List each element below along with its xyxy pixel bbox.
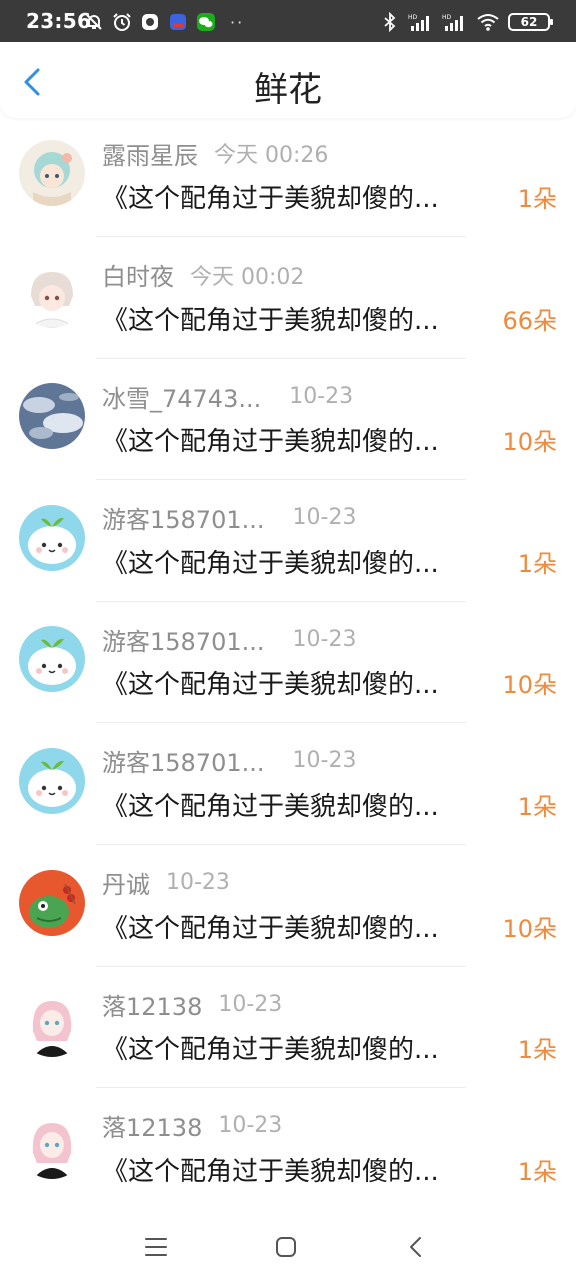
timestamp: 今天 00:02 [190,264,305,290]
list-item[interactable]: 落12138 10-23 《这个配角过于美貌却傻的... 1朵 [0,1091,576,1213]
back-icon [410,1237,421,1257]
book-message[interactable]: 《这个配角过于美貌却傻的... [102,543,496,580]
timestamp: 10-23 [292,505,357,531]
row-meta: 丹诚 10-23 [102,867,230,899]
anime-girl-avatar[interactable] [19,140,85,206]
home-icon [276,1237,296,1257]
pink-hair-avatar[interactable] [19,991,85,1058]
status-time: 23:56 [26,9,92,33]
user-name[interactable]: 丹诚 [102,865,150,900]
book-message[interactable]: 《这个配角过于美貌却傻的... [102,300,496,337]
sprout-mascot-avatar[interactable] [19,747,85,814]
pink-hair-avatar[interactable] [19,1112,85,1179]
book-message[interactable]: 《这个配角过于美貌却傻的... [102,664,496,701]
timestamp: 10-23 [218,991,283,1017]
signal-hd-icon: HD [408,12,434,32]
divider [96,600,466,602]
cloud-sky-avatar[interactable] [19,383,85,450]
menu-icon [145,1238,167,1256]
user-name[interactable]: 游客158701... [102,500,265,535]
status-icons-right: HD HD 62 [380,11,553,33]
signal-hd-icon: HD [442,12,468,32]
book-message[interactable]: 《这个配角过于美貌却傻的... [102,1029,496,1066]
divider [96,965,466,967]
green-dino-avatar[interactable] [19,869,85,936]
book-message[interactable]: 《这个配角过于美貌却傻的... [102,908,496,945]
bluetooth-icon [380,12,400,32]
alarm-icon [112,12,132,32]
timestamp: 今天 00:26 [214,143,329,168]
home-button[interactable] [269,1230,303,1264]
wechat-icon [196,12,216,32]
divider [96,1087,466,1089]
status-icons-left: ·· [84,11,244,33]
timestamp: 10-23 [166,870,230,896]
list-item[interactable]: 游客158701... 10-23 《这个配角过于美貌却傻的... 10朵 [0,604,576,726]
user-name[interactable]: 落12138 [102,1108,202,1143]
timestamp: 10-23 [289,383,354,409]
list-item[interactable]: 游客158701... 10-23 《这个配角过于美貌却傻的... 1朵 [0,483,576,605]
flower-count: 1朵 [517,1036,557,1065]
timestamp: 10-23 [292,748,357,774]
system-nav-bar [0,1212,576,1280]
baidu-app-icon [168,12,188,32]
divider [96,843,466,845]
list-item[interactable]: 落12138 10-23 《这个配角过于美貌却傻的... 1朵 [0,969,576,1091]
user-name[interactable]: 落12138 [102,987,202,1022]
flower-count: 10朵 [502,914,557,943]
timestamp: 10-23 [292,626,357,652]
list-item[interactable]: 露雨星辰 今天 00:26 《这个配角过于美貌却傻的... 1朵 [0,118,576,240]
app-icon [140,12,160,32]
row-meta: 白时夜 今天 00:02 [102,259,304,291]
flower-count: 1朵 [517,792,557,821]
battery-level: 62 [520,15,538,29]
sprout-mascot-avatar[interactable] [19,626,85,693]
status-bar: 23:56 ·· HD HD 62 [0,0,576,42]
white-hair-avatar[interactable] [19,261,85,328]
row-meta: 落12138 10-23 [102,987,283,1022]
divider [96,722,466,724]
divider [96,357,466,359]
book-message[interactable]: 《这个配角过于美貌却傻的... [102,178,496,215]
list-item[interactable]: 丹诚 10-23 《这个配角过于美貌却傻的... 10朵 [0,848,576,970]
book-message[interactable]: 《这个配角过于美貌却傻的... [102,421,496,458]
divider [96,236,466,237]
list-item[interactable]: 游客158701... 10-23 《这个配角过于美貌却傻的... 1朵 [0,726,576,848]
flower-count: 10朵 [502,428,557,457]
wifi-icon [476,12,500,32]
row-meta: 游客158701... 10-23 [102,502,356,534]
svg-text:HD: HD [408,14,418,21]
row-meta: 落12138 10-23 [102,1110,282,1142]
flower-count: 1朵 [517,1157,557,1186]
user-name[interactable]: 露雨星辰 [102,136,198,171]
flower-count: 1朵 [517,185,557,213]
sprout-mascot-avatar[interactable] [19,504,85,571]
row-meta: 游客158701... 10-23 [102,745,356,777]
user-name[interactable]: 冰雪_74743... [102,379,261,414]
timestamp: 10-23 [218,1113,283,1139]
flower-count: 66朵 [502,306,557,335]
mute-bell-icon [84,12,104,32]
book-message[interactable]: 《这个配角过于美貌却傻的... [102,1151,496,1188]
nav-back-button[interactable] [399,1230,433,1264]
list-item[interactable]: 冰雪_74743... 10-23 《这个配角过于美貌却傻的... 10朵 [0,361,576,483]
user-name[interactable]: 游客158701... [102,622,265,657]
row-meta: 冰雪_74743... 10-23 [102,379,354,414]
more-notifications: ·· [230,12,245,32]
flower-count: 1朵 [517,549,557,578]
divider [96,479,466,481]
header: 鲜花 [0,42,576,118]
user-name[interactable]: 游客158701... [102,743,265,778]
flower-list: 露雨星辰 今天 00:26 《这个配角过于美貌却傻的... 1朵 白时夜 今天 … [0,118,576,1212]
battery-icon: 62 [508,13,553,31]
menu-button[interactable] [139,1230,173,1264]
row-meta: 露雨星辰 今天 00:26 [102,136,329,171]
row-meta: 游客158701... 10-23 [102,622,357,657]
page-title: 鲜花 [254,70,322,110]
flower-count: 10朵 [502,671,557,700]
user-name[interactable]: 白时夜 [102,257,174,292]
list-item[interactable]: 白时夜 今天 00:02 《这个配角过于美貌却傻的... 66朵 [0,240,576,362]
svg-text:HD: HD [442,14,452,21]
book-message[interactable]: 《这个配角过于美貌却傻的... [102,786,496,823]
